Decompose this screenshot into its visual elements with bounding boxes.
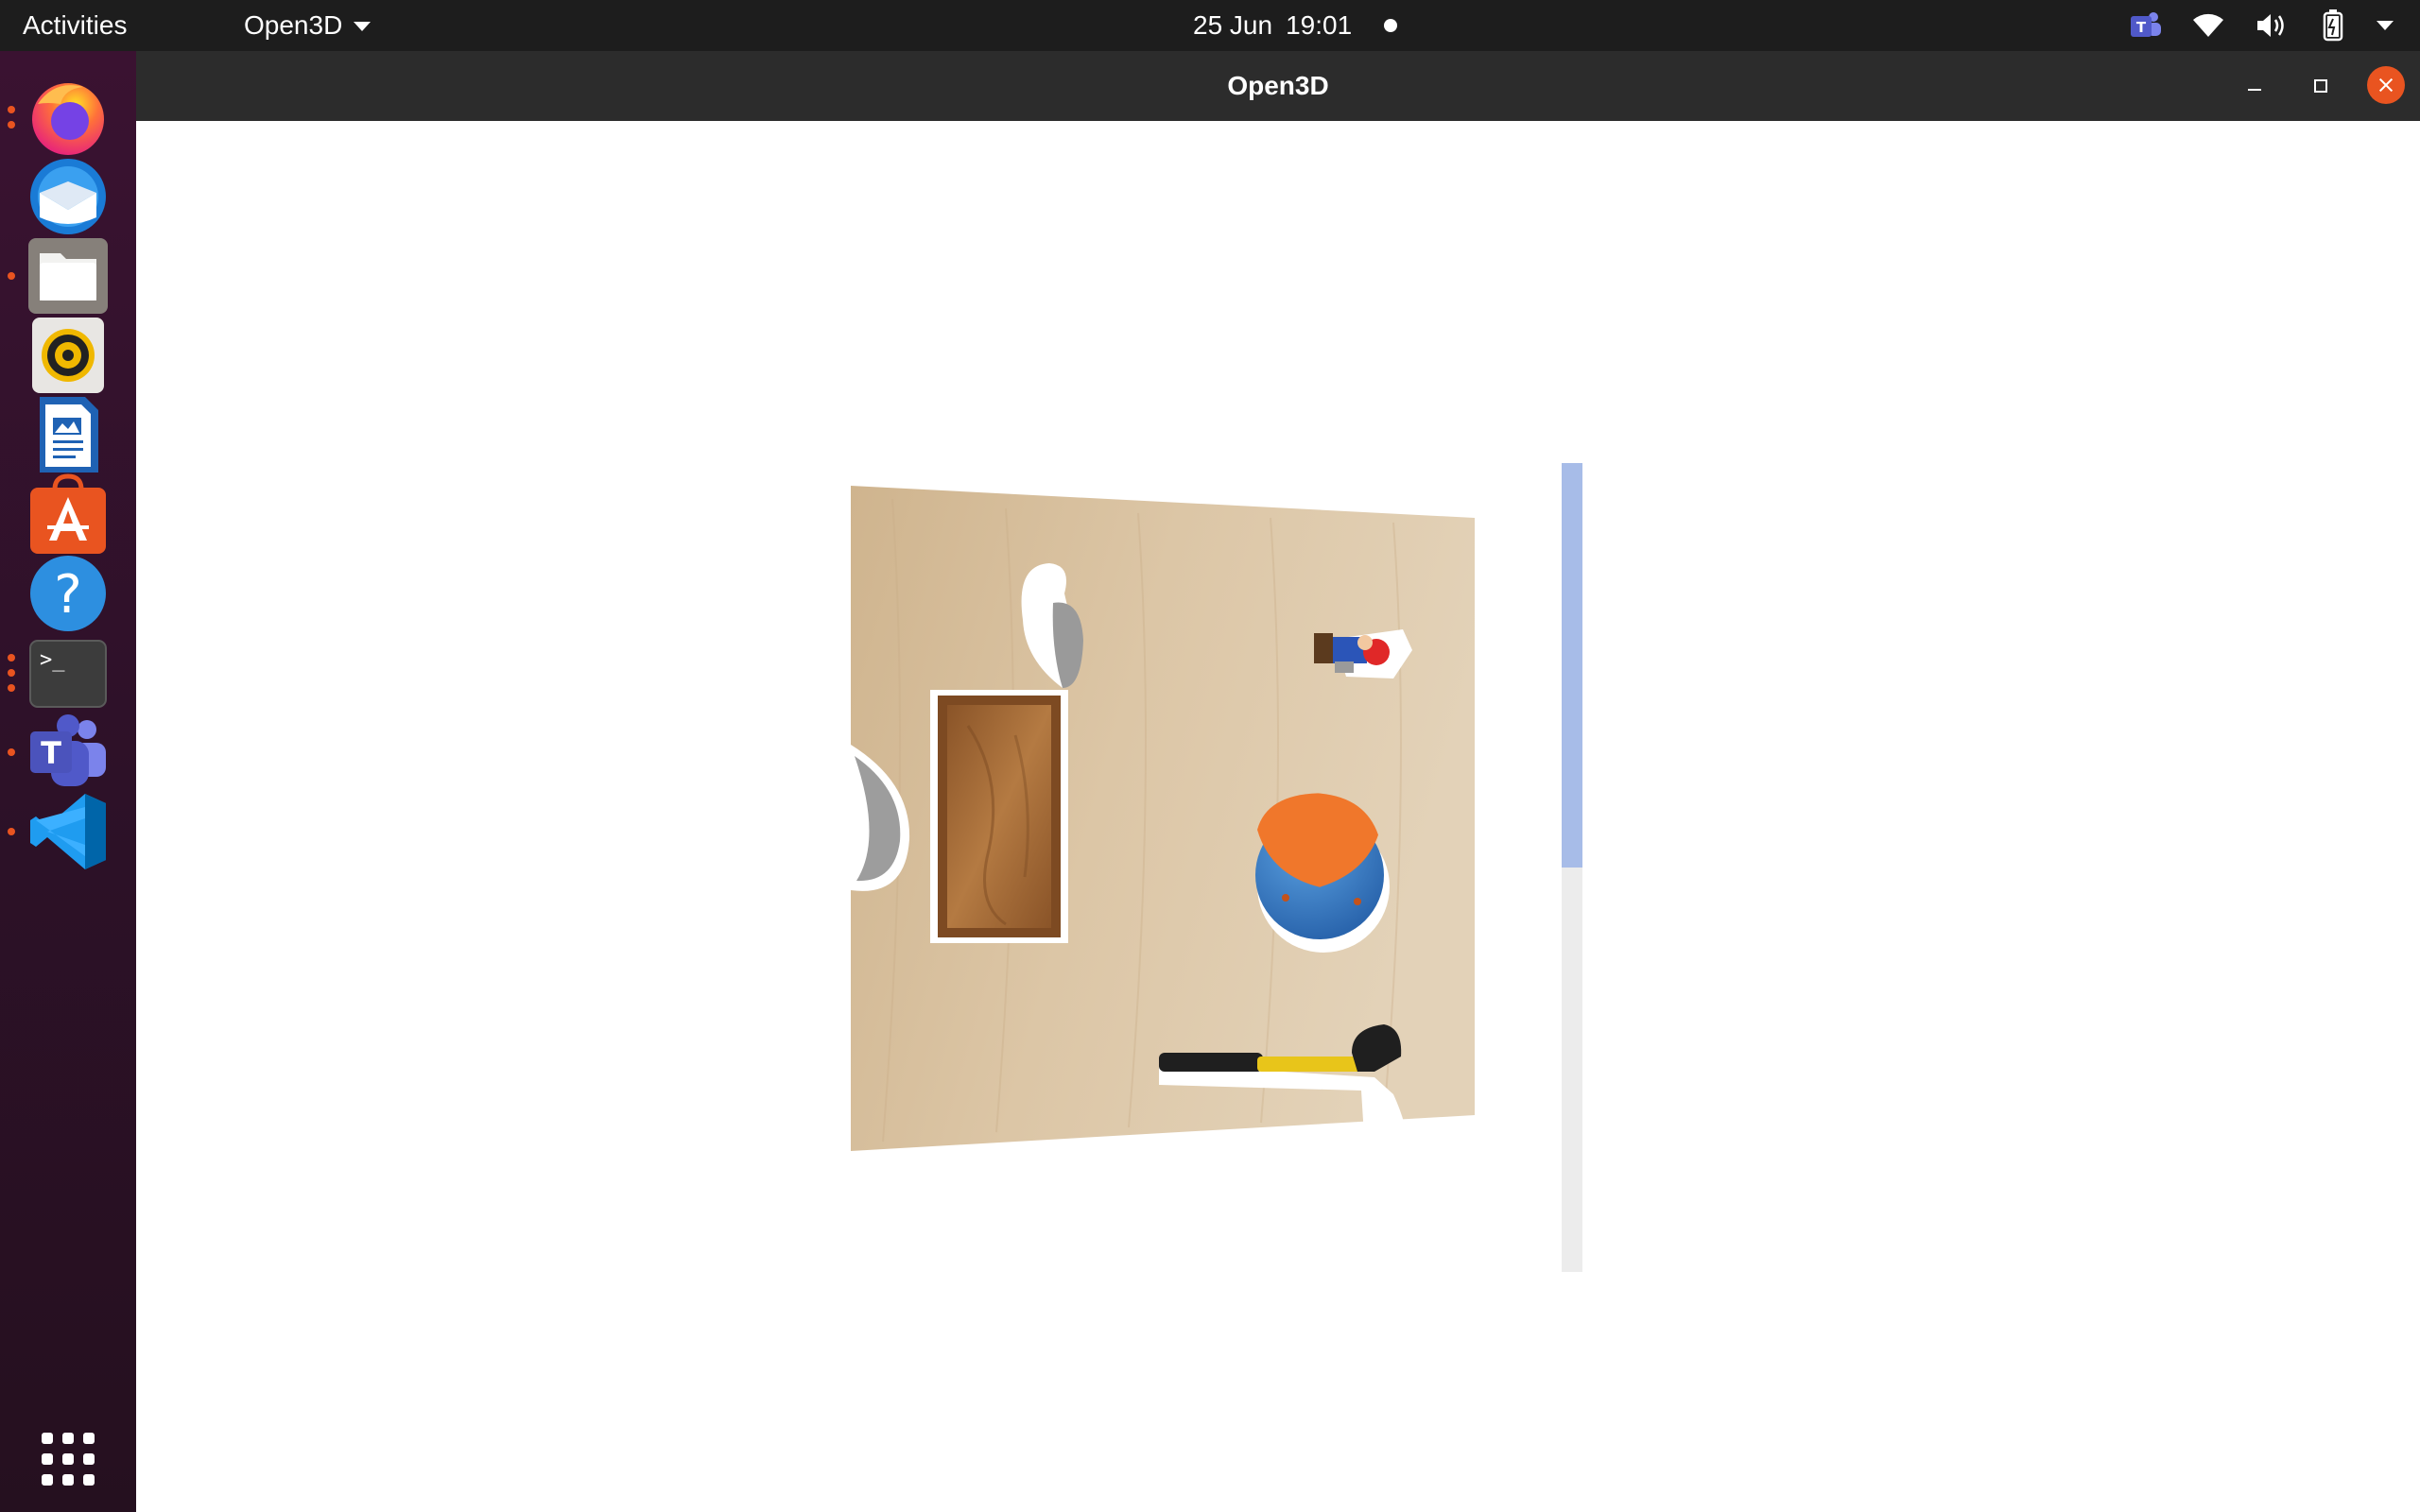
open3d-window: Open3D — [136, 51, 2420, 1512]
minimize-button[interactable] — [2235, 66, 2273, 104]
show-applications-button[interactable] — [21, 1412, 115, 1506]
clock-time: 19:01 — [1286, 10, 1353, 40]
teams-tray-icon[interactable]: T — [2127, 9, 2165, 43]
svg-text:T: T — [41, 735, 61, 771]
scene-render[interactable] — [136, 121, 2420, 1512]
running-indicator — [8, 272, 15, 280]
window-title: Open3D — [1227, 71, 1329, 100]
clock[interactable]: 25 Jun 19:01 — [1193, 10, 1398, 41]
firefox-icon — [32, 83, 104, 155]
volume-icon[interactable] — [2252, 9, 2290, 43]
running-indicator — [8, 669, 15, 677]
app-grid-icon — [42, 1433, 95, 1486]
rhythmbox-speaker-icon — [32, 318, 104, 393]
clock-date: 25 Jun — [1193, 10, 1273, 40]
window-titlebar[interactable]: Open3D — [136, 51, 2420, 121]
thunderbird-icon — [30, 159, 106, 234]
running-indicator — [8, 684, 15, 692]
dock-item-vscode[interactable] — [8, 784, 115, 879]
wifi-icon[interactable] — [2189, 9, 2227, 43]
wooden-box — [930, 690, 1068, 943]
terminal-icon — [29, 640, 107, 708]
terminal-prompt-glyph: >_ — [40, 648, 65, 672]
system-tray[interactable]: T — [2127, 8, 2394, 43]
vscode-icon — [30, 794, 106, 869]
vertical-scrollbar[interactable] — [1562, 463, 1582, 1272]
system-menu-caret-icon[interactable] — [2377, 21, 2394, 30]
svg-text:?: ? — [54, 564, 82, 626]
app-menu[interactable]: Open3D — [244, 10, 372, 41]
teams-icon: T — [30, 714, 106, 786]
running-indicator — [8, 121, 15, 129]
dock: ? >_ T — [0, 51, 136, 1512]
3d-viewport[interactable] — [136, 121, 2420, 1512]
running-indicator — [8, 106, 15, 113]
running-indicator — [8, 828, 15, 835]
top-bar: Activities Open3D 25 Jun 19:01 T — [0, 0, 2420, 51]
window-controls — [2235, 66, 2405, 104]
running-indicator — [8, 654, 15, 662]
close-button[interactable] — [2367, 66, 2405, 104]
libreoffice-writer-icon — [40, 397, 98, 472]
software-bag-icon — [30, 473, 106, 554]
notification-dot-icon — [1384, 19, 1398, 32]
app-menu-label: Open3D — [244, 10, 343, 40]
running-indicator — [8, 748, 15, 756]
battery-icon[interactable] — [2314, 9, 2352, 43]
folder-icon — [28, 238, 108, 314]
maximize-button[interactable] — [2301, 66, 2339, 104]
chevron-down-icon — [354, 22, 372, 31]
scrollbar-thumb[interactable] — [1562, 463, 1582, 868]
activities-button[interactable]: Activities — [23, 10, 127, 41]
svg-text:T: T — [2136, 19, 2147, 36]
help-icon: ? — [30, 556, 106, 631]
